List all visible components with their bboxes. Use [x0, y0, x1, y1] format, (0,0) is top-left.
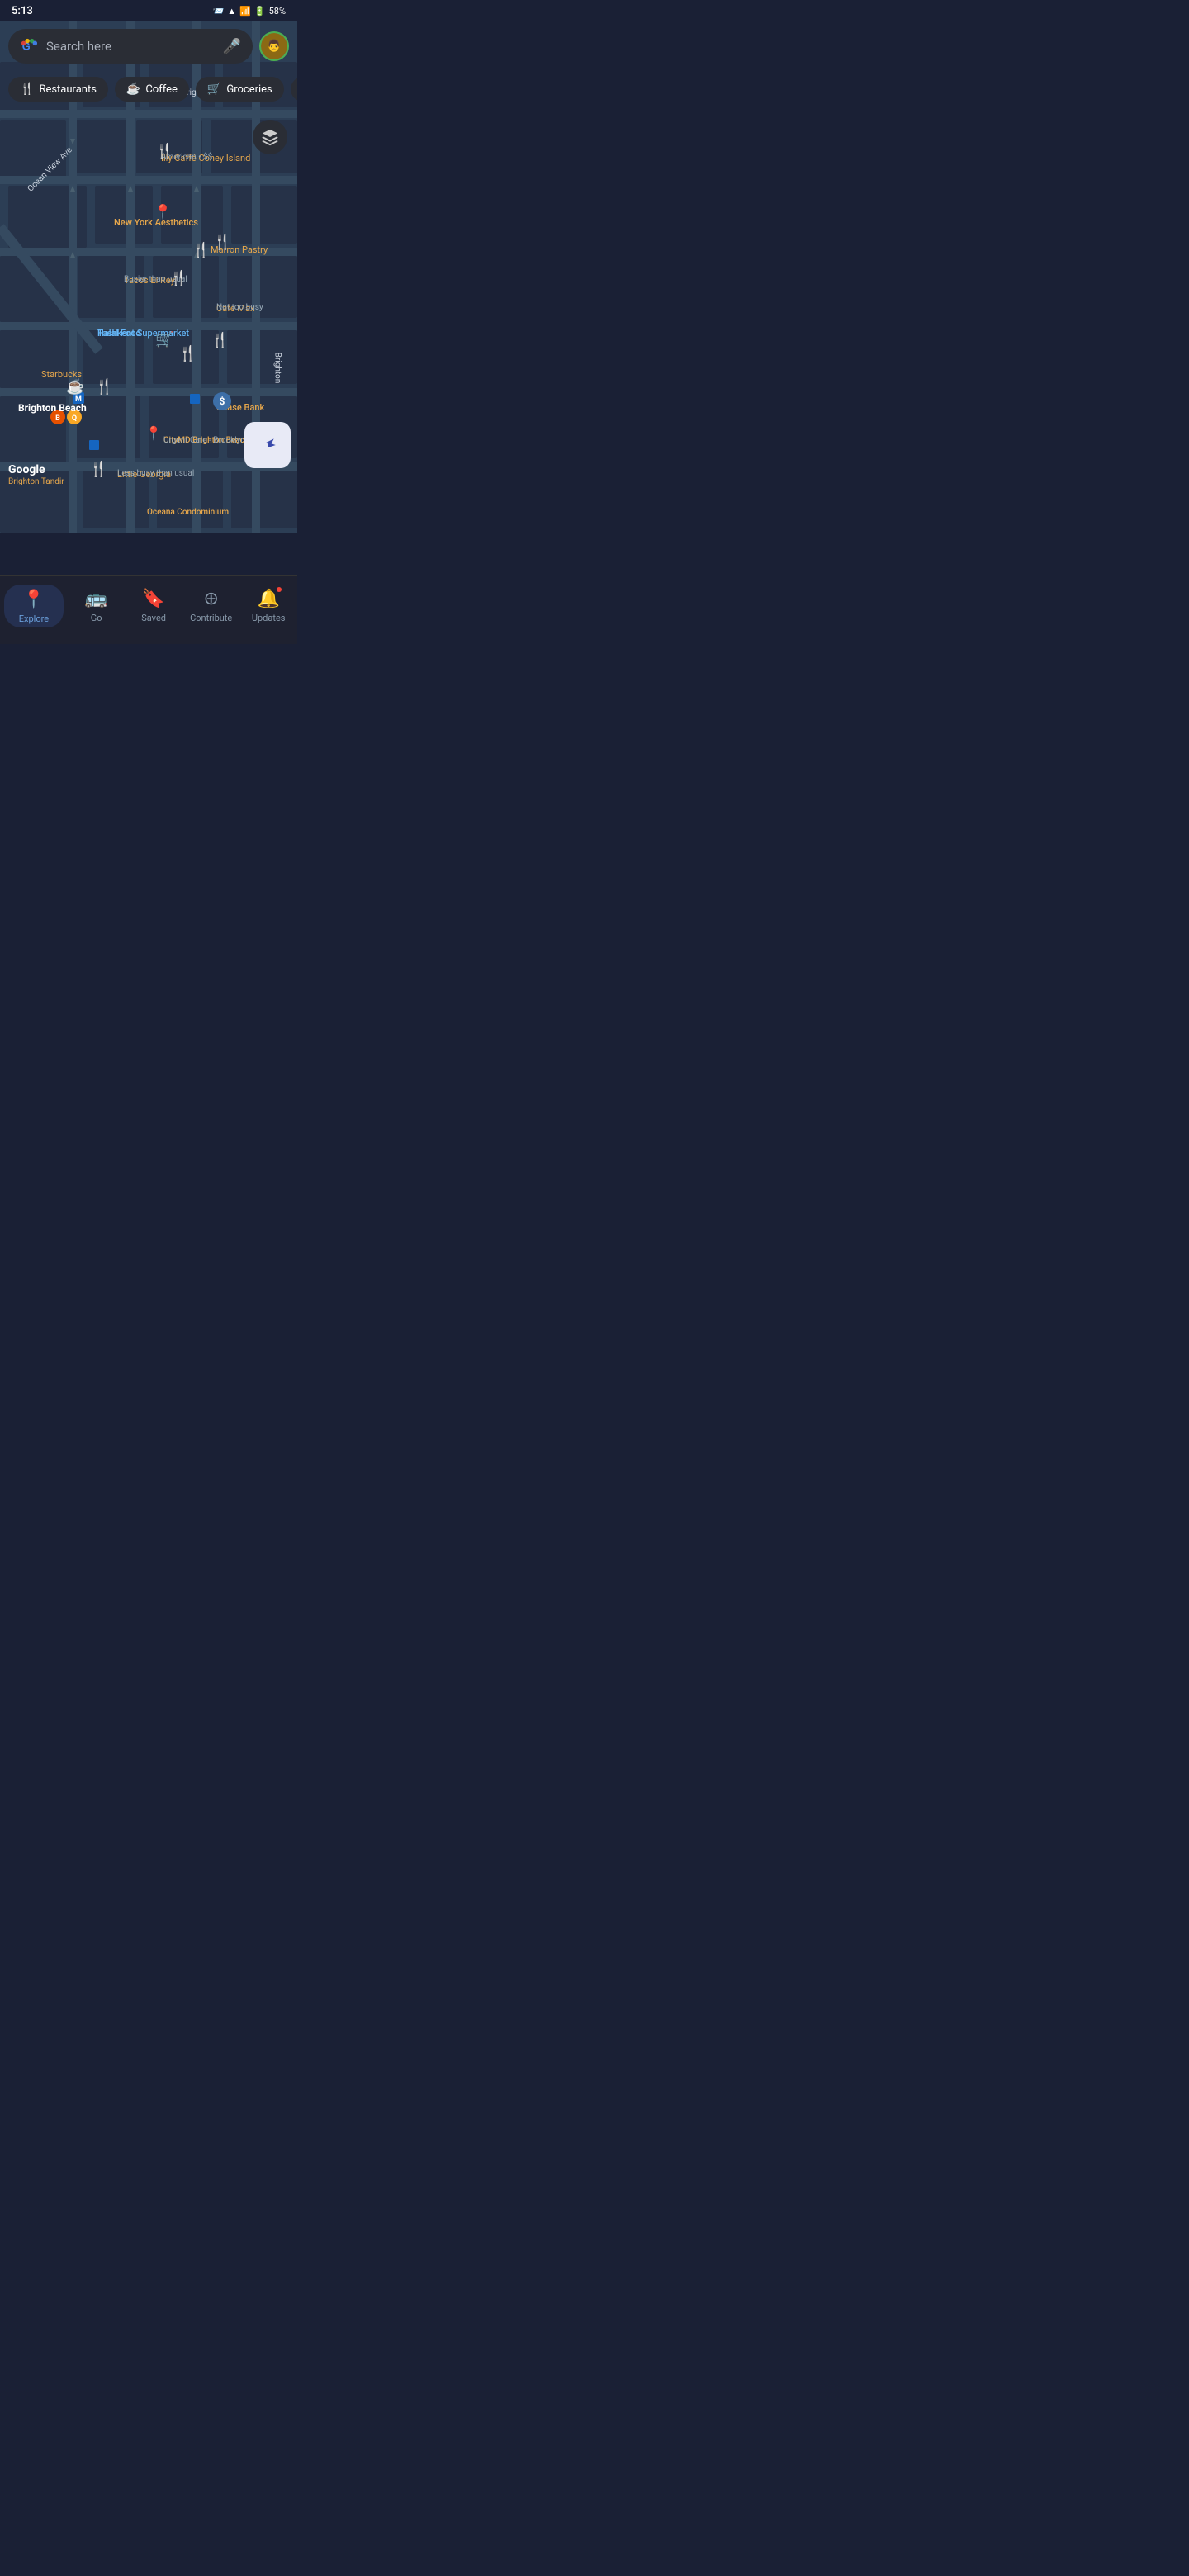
- category-coffee[interactable]: ☕ Coffee: [115, 77, 189, 102]
- label-brighton-tandir: Brighton Tandir: [8, 477, 64, 486]
- bottom-nav: 📍 Explore 🚌 Go 🔖 Saved ⊕ Contribute 🔔 Up…: [0, 575, 297, 644]
- pin-tacos-el-rey: 🍴: [169, 270, 187, 287]
- explore-icon: 📍: [22, 590, 45, 610]
- nav-item-go[interactable]: 🚌 Go: [72, 589, 121, 623]
- status-time: 5:13: [12, 5, 33, 17]
- explore-label: Explore: [19, 613, 49, 624]
- svg-text:Q: Q: [72, 414, 77, 423]
- groceries-icon: 🛒: [207, 83, 221, 96]
- layer-button[interactable]: [253, 120, 287, 154]
- map-container[interactable]: M B Q G Search here 🎤: [0, 21, 297, 533]
- wifi-icon: ▲: [227, 6, 236, 17]
- category-pills: 🍴 Restaurants ☕ Coffee 🛒 Groceries ⛽ Gas: [8, 77, 297, 102]
- search-bar-wrapper: G Search here 🎤 👨: [8, 29, 289, 64]
- updates-label: Updates: [252, 613, 286, 623]
- microphone-icon[interactable]: 🎤: [223, 38, 241, 55]
- notification-dot: [277, 587, 282, 592]
- pin-chase-bank: $: [213, 392, 231, 410]
- status-bar: 5:13 📨 ▲ 📶 🔋 58%: [0, 0, 297, 21]
- battery-icon: 🔋: [254, 6, 266, 17]
- pin-tashkent: 🛒: [155, 331, 173, 348]
- label-brighton-beach: Brighton Beach: [18, 402, 87, 414]
- pin-food-5: 🍴: [89, 461, 107, 478]
- pin-cafe-max: 🍴: [211, 332, 229, 349]
- pin-citymd: 📍: [145, 425, 162, 441]
- notification-icon: 📨: [213, 6, 225, 17]
- go-icon: 🚌: [85, 589, 107, 609]
- battery-percent: 58%: [269, 6, 286, 17]
- search-input[interactable]: Search here: [46, 39, 215, 54]
- nav-item-updates[interactable]: 🔔 Updates: [244, 589, 293, 623]
- saved-label: Saved: [141, 613, 166, 623]
- direction-button[interactable]: [244, 422, 291, 468]
- svg-text:B: B: [55, 414, 60, 423]
- category-gas[interactable]: ⛽ Gas: [291, 77, 297, 102]
- signal-icon: 📶: [239, 6, 251, 17]
- restaurants-icon: 🍴: [20, 83, 34, 96]
- contribute-label: Contribute: [190, 613, 232, 623]
- google-logo-icon: G: [20, 37, 38, 55]
- pin-food-4: 🍴: [95, 378, 113, 395]
- pin-food-2: 🍴: [192, 242, 210, 259]
- nav-item-explore[interactable]: 📍 Explore: [4, 585, 64, 627]
- search-bar[interactable]: G Search here 🎤: [8, 29, 253, 64]
- category-restaurants[interactable]: 🍴 Restaurants: [8, 77, 108, 102]
- category-groceries[interactable]: 🛒 Groceries: [196, 77, 284, 102]
- nav-item-saved[interactable]: 🔖 Saved: [129, 589, 178, 623]
- label-oceana-condo: Oceana Condominium: [147, 508, 229, 517]
- pin-ny-aesthetics: 📍: [154, 204, 172, 221]
- pin-marron-pastry: 🍴: [213, 234, 231, 251]
- avatar-face: 👨: [261, 33, 287, 59]
- pin-illy-caffe: 🍴: [155, 143, 173, 160]
- coffee-icon: ☕: [126, 83, 140, 96]
- user-avatar[interactable]: 👨: [259, 31, 289, 61]
- nav-item-contribute[interactable]: ⊕ Contribute: [187, 589, 236, 623]
- contribute-icon: ⊕: [203, 589, 218, 609]
- google-watermark: Google: [8, 463, 45, 476]
- go-label: Go: [91, 613, 102, 623]
- pin-food-3: 🍴: [178, 345, 197, 362]
- status-icons: 📨 ▲ 📶 🔋 58%: [213, 6, 286, 17]
- saved-icon: 🔖: [142, 589, 164, 609]
- updates-icon: 🔔: [257, 589, 279, 609]
- pin-starbucks: ☕: [66, 378, 84, 395]
- map-label-brighton: Brighton: [273, 353, 282, 384]
